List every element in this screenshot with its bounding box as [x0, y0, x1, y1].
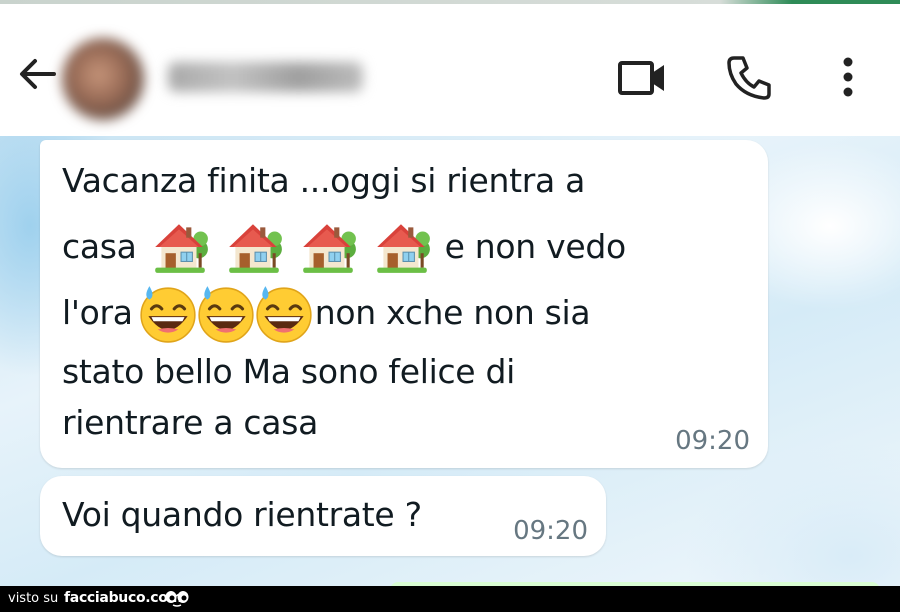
- message-line: e non vedo: [444, 227, 627, 266]
- video-call-button[interactable]: [616, 56, 668, 100]
- message-line: rientrare a casa: [62, 402, 319, 442]
- arrow-left-icon: [20, 59, 56, 89]
- message-line: Vacanza finita ...oggi si rientra a: [62, 161, 586, 200]
- message-bubble[interactable]: Voi quando rientrate ? 09:20: [40, 476, 606, 556]
- message-line: non xche non sia: [314, 293, 591, 332]
- grinning-face-with-sweat-emoji-group: [139, 282, 313, 344]
- grinning-face-with-sweat-emoji: [253, 282, 315, 344]
- message-timestamp: 09:20: [513, 516, 588, 546]
- video-camera-icon: [618, 61, 664, 95]
- grinning-face-with-sweat-emoji: [195, 282, 257, 344]
- watermark-bar: visto su facciabuco.com: [0, 586, 900, 612]
- chat-header: xxxxxxxxxxxx: [0, 6, 900, 136]
- message-line: l'ora: [62, 293, 133, 332]
- message-line: casa: [62, 227, 137, 266]
- message-bubble[interactable]: Vacanza finita ...oggi si rientra a casa…: [40, 140, 768, 468]
- watermark-prefix: visto su: [8, 591, 59, 606]
- contact-name[interactable]: xxxxxxxxxxxx: [168, 62, 363, 92]
- house-with-garden-emoji: [149, 216, 211, 278]
- house-with-garden-emoji: [371, 216, 433, 278]
- contact-avatar[interactable]: [62, 38, 144, 120]
- message-text: Voi quando rientrate ?: [62, 495, 422, 534]
- house-with-garden-emoji-group: [143, 216, 439, 278]
- house-with-garden-emoji: [297, 216, 359, 278]
- phone-icon: [727, 56, 771, 100]
- message-timestamp: 09:20: [675, 426, 750, 456]
- eyes-logo-icon: [165, 591, 189, 607]
- back-button[interactable]: [14, 50, 62, 98]
- voice-call-button[interactable]: [724, 52, 774, 102]
- more-vertical-icon: [843, 57, 853, 97]
- more-options-button[interactable]: [830, 52, 866, 102]
- message-text: Vacanza finita ...oggi si rientra a casa…: [62, 148, 626, 448]
- house-with-garden-emoji: [223, 216, 285, 278]
- grinning-face-with-sweat-emoji: [137, 282, 199, 344]
